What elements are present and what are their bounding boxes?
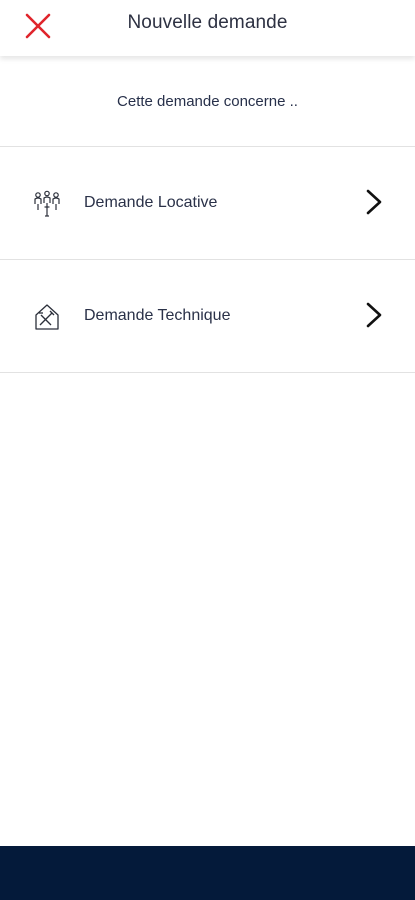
option-label: Demande Technique [84, 307, 231, 324]
chevron-right-icon [366, 189, 382, 215]
option-demande-technique[interactable]: Demande Technique [0, 260, 415, 373]
app-header: Nouvelle demande [0, 0, 415, 56]
option-demande-locative[interactable]: Demande Locative [0, 147, 415, 260]
prompt-row: Cette demande concerne .. [0, 56, 415, 147]
house-tools-icon [35, 304, 59, 330]
bottom-navigation-bar [0, 846, 415, 900]
chevron-right-icon [366, 302, 382, 328]
page-title: Nouvelle demande [127, 12, 288, 33]
option-label: Demande Locative [84, 194, 218, 211]
prompt-text: Cette demande concerne .. [117, 93, 298, 110]
tenant-people-icon [34, 190, 60, 217]
